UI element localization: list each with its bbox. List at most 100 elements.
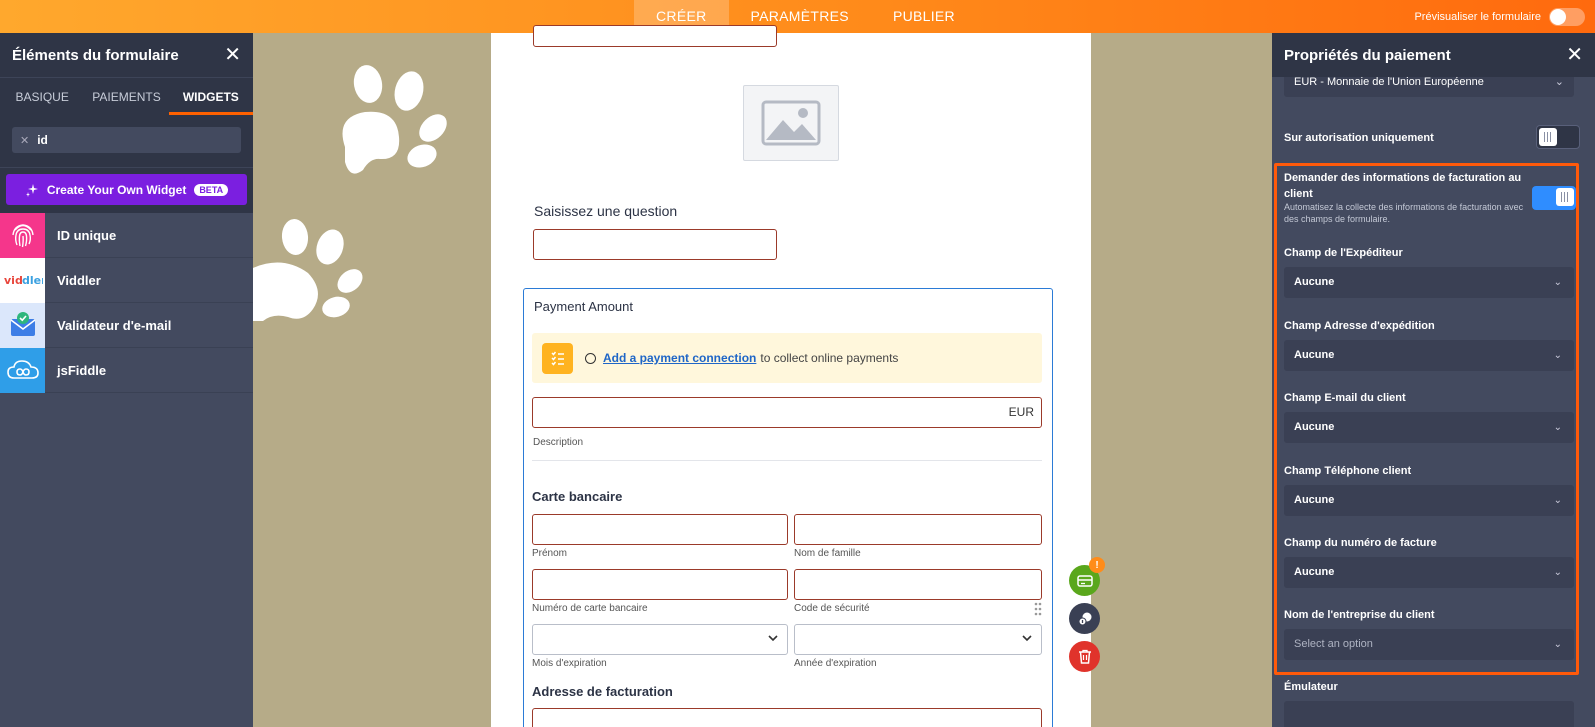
tab-basic[interactable]: BASIQUE xyxy=(0,78,84,115)
tab-publish[interactable]: PUBLIER xyxy=(871,0,977,33)
select-value: Aucune xyxy=(1294,421,1335,433)
sender-field-select[interactable]: Aucune ⌄ xyxy=(1284,267,1574,298)
chevron-down-icon xyxy=(1022,635,1032,642)
tab-widgets[interactable]: WIDGETS xyxy=(168,78,253,115)
authorization-toggle[interactable] xyxy=(1536,125,1580,149)
create-widget-label: Create Your Own Widget xyxy=(46,182,187,197)
emulator-label: Émulateur xyxy=(1284,681,1338,693)
top-field-input[interactable] xyxy=(533,25,777,47)
search-area: ✕ id xyxy=(0,115,253,167)
widget-label: Viddler xyxy=(57,272,101,288)
first-name-input[interactable] xyxy=(532,514,788,545)
select-value: Aucune xyxy=(1294,276,1335,288)
payment-properties-panel: EUR - Monnaie de l'Union Européenne ⌄ Pr… xyxy=(1272,33,1595,727)
divider xyxy=(532,460,1042,461)
client-phone-label: Champ Téléphone client xyxy=(1284,465,1412,477)
billing-info-description: Automatisez la collecte des informations… xyxy=(1284,202,1524,224)
amount-input[interactable]: EUR xyxy=(532,397,1042,428)
client-phone-select[interactable]: Aucune ⌄ xyxy=(1284,485,1574,516)
notice-text: to collect online payments xyxy=(760,351,899,365)
chevron-down-icon: ⌄ xyxy=(1553,567,1562,578)
viddler-logo-icon: viddler xyxy=(0,257,45,303)
preview-control: Prévisualiser le formulaire xyxy=(1414,0,1585,33)
wand-button[interactable] xyxy=(1069,603,1100,634)
create-widget-button[interactable]: Create Your Own Widget BETA xyxy=(6,174,247,205)
payment-connection-notice: Add a payment connection to collect onli… xyxy=(532,333,1042,383)
payment-title: Payment Amount xyxy=(534,299,633,314)
last-name-input[interactable] xyxy=(794,514,1042,545)
create-widget-area: Create Your Own Widget BETA xyxy=(0,167,253,213)
drag-handle-icon[interactable] xyxy=(1034,602,1042,616)
chevron-down-icon: ⌄ xyxy=(1553,639,1562,650)
exp-year-label: Année d'expiration xyxy=(794,658,877,669)
chevron-down-icon: ⌄ xyxy=(1553,277,1562,288)
delete-button[interactable] xyxy=(1069,641,1100,672)
beta-badge: BETA xyxy=(194,183,229,196)
client-email-select[interactable]: Aucune ⌄ xyxy=(1284,412,1574,443)
element-tabs: BASIQUE PAIEMENTS WIDGETS xyxy=(0,77,253,115)
scrollbar[interactable] xyxy=(1590,77,1595,727)
image-placeholder[interactable] xyxy=(743,85,839,161)
widget-item-viddler[interactable]: viddler Viddler xyxy=(0,257,253,303)
widget-label: jsFiddle xyxy=(57,362,107,378)
preview-toggle[interactable] xyxy=(1549,7,1585,26)
tab-payments[interactable]: PAIEMENTS xyxy=(84,78,168,115)
payment-field[interactable]: Payment Amount Add a payment connection … xyxy=(523,288,1053,727)
left-panel-title: Éléments du formulaire xyxy=(12,46,179,64)
chevron-down-icon: ⌄ xyxy=(1553,422,1562,433)
emulator-select[interactable] xyxy=(1284,701,1574,727)
chevron-down-icon xyxy=(768,635,778,642)
toggle-knob xyxy=(1556,188,1574,206)
exp-month-select[interactable] xyxy=(532,624,788,655)
description-label: Description xyxy=(533,437,584,448)
select-value: Select an option xyxy=(1294,638,1373,650)
invoice-number-label: Champ du numéro de facture xyxy=(1284,537,1437,549)
widget-search-input[interactable]: ✕ id xyxy=(12,127,241,153)
cloud-icon xyxy=(0,347,45,393)
question-input[interactable] xyxy=(533,229,777,260)
select-value: Aucune xyxy=(1294,349,1335,361)
widget-item-jsfiddle[interactable]: jsFiddle xyxy=(0,347,253,393)
warning-badge: ! xyxy=(1089,557,1105,573)
shipping-address-select[interactable]: Aucune ⌄ xyxy=(1284,340,1574,371)
email-check-icon xyxy=(0,302,45,348)
list-icon xyxy=(542,342,573,374)
top-bar: CRÉER PARAMÈTRES PUBLIER Prévisualiser l… xyxy=(0,0,1595,33)
card-heading: Carte bancaire xyxy=(532,489,623,504)
first-name-label: Prénom xyxy=(532,548,568,559)
currency-value: EUR - Monnaie de l'Union Européenne xyxy=(1294,76,1484,88)
widget-item-unique-id[interactable]: ID unique xyxy=(0,212,253,258)
paw-print-icon xyxy=(253,219,363,321)
card-number-input[interactable] xyxy=(532,569,788,600)
toggle-knob xyxy=(1539,128,1557,146)
sparkle-icon xyxy=(25,183,38,197)
sender-field-label: Champ de l'Expéditeur xyxy=(1284,247,1403,259)
right-panel-header: Propriétés du paiement ✕ xyxy=(1272,33,1595,77)
select-value: Aucune xyxy=(1294,494,1335,506)
company-name-select[interactable]: Select an option ⌄ xyxy=(1284,629,1574,660)
radio-button[interactable] xyxy=(585,352,596,364)
clear-search-icon[interactable]: ✕ xyxy=(20,134,29,147)
close-icon[interactable]: ✕ xyxy=(1566,45,1583,65)
widget-label: ID unique xyxy=(57,227,117,243)
security-code-label: Code de sécurité xyxy=(794,603,870,614)
billing-info-toggle[interactable] xyxy=(1532,186,1576,210)
card-icon xyxy=(1076,574,1093,587)
form-elements-panel: Éléments du formulaire ✕ BASIQUE PAIEMEN… xyxy=(0,33,253,727)
security-code-input[interactable] xyxy=(794,569,1042,600)
widget-item-email-validator[interactable]: Validateur d'e-mail xyxy=(0,302,253,348)
question-label: Saisissez une question xyxy=(534,203,678,219)
add-payment-connection-link[interactable]: Add a payment connection xyxy=(603,351,756,365)
invoice-number-select[interactable]: Aucune ⌄ xyxy=(1284,557,1574,588)
chevron-down-icon: ⌄ xyxy=(1553,350,1562,361)
trash-icon xyxy=(1078,649,1091,664)
billing-address-input[interactable] xyxy=(532,708,1042,727)
last-name-label: Nom de famille xyxy=(794,548,861,559)
client-email-label: Champ E-mail du client xyxy=(1284,392,1406,404)
card-number-label: Numéro de carte bancaire xyxy=(532,603,648,614)
svg-text:vid: vid xyxy=(4,274,23,287)
exp-year-select[interactable] xyxy=(794,624,1042,655)
search-value: id xyxy=(37,133,48,147)
close-icon[interactable]: ✕ xyxy=(224,45,241,65)
chevron-down-icon: ⌄ xyxy=(1553,495,1562,506)
